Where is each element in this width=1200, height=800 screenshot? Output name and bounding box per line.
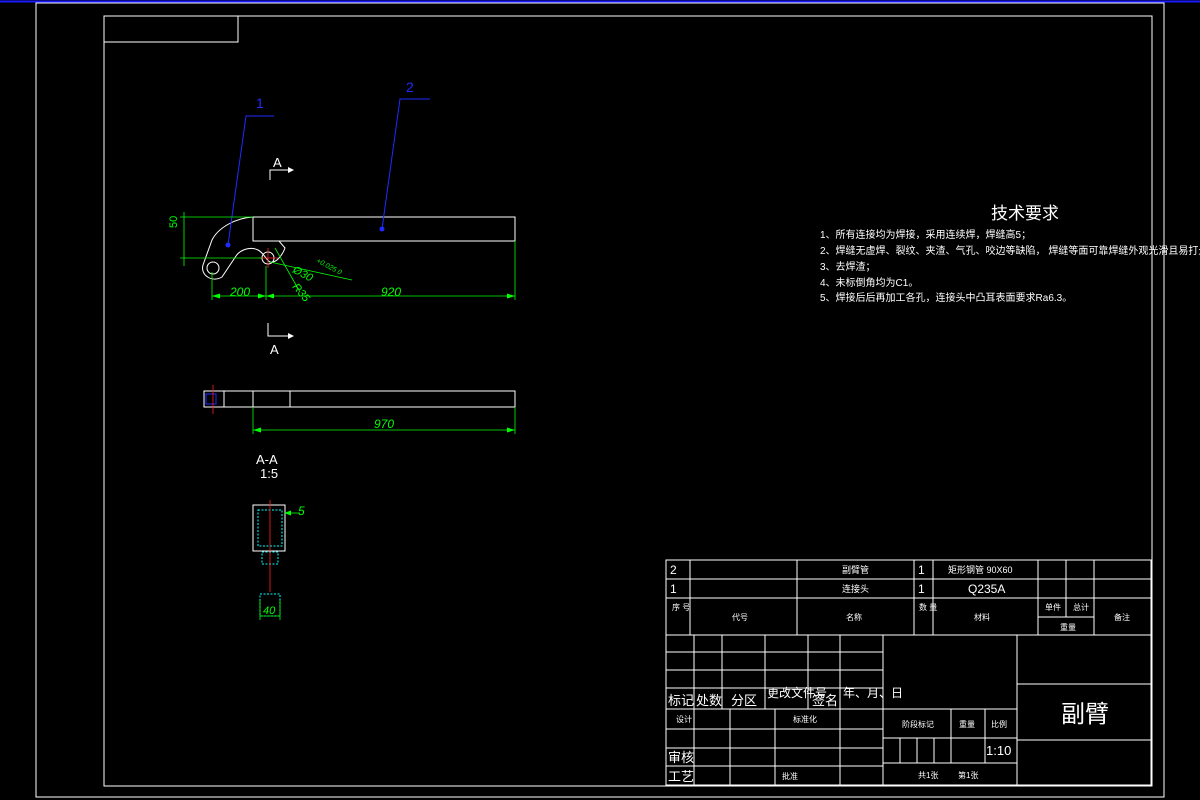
- bom-table-grid: [665, 559, 1152, 636]
- title-label-signature: 签名: [812, 693, 838, 708]
- balloon-leaders: 1 2: [225, 79, 430, 248]
- bom-row-1-qty: 1: [918, 582, 925, 596]
- bom-header-no: 序 号: [672, 602, 690, 612]
- title-review: 审核: [668, 750, 694, 765]
- tech-req-item-4: 4、未标倒角均为C1。: [820, 277, 918, 289]
- dim-dia-tolerance: +0.025 0: [315, 258, 343, 277]
- section-title: A-A: [256, 452, 278, 467]
- top-view-lug-hatch: [205, 393, 217, 405]
- bom-header-weight: 重量: [1060, 622, 1076, 632]
- section-mark-top-line: [269, 169, 288, 180]
- title-sheet-no: 第1张: [958, 770, 978, 780]
- section-mark-top-arrow: [288, 167, 294, 173]
- bom-row-2-qty: 1: [918, 563, 925, 577]
- bom-row-2-material: 矩形钢管 90X60: [948, 564, 1013, 575]
- dim-arrow-970-right: [507, 427, 515, 433]
- connector-outline: [202, 216, 286, 280]
- title-label-zone: 分区: [731, 693, 757, 708]
- bom-header-material: 材料: [974, 612, 990, 622]
- section-mark-bottom-arrow: [288, 333, 294, 339]
- balloon-1: 1: [256, 95, 264, 111]
- title-scale-label: 比例: [991, 719, 1007, 729]
- tech-req-item-2: 2、焊缝无虚焊、裂纹、夹渣、气孔、咬边等缺陷， 焊缝等面可靠焊缝外观光滑且易打光…: [820, 244, 1200, 257]
- top-view-lug: [203, 390, 225, 408]
- tech-req-item-3: 3、去焊渣；: [820, 260, 876, 273]
- drawing-frame: [103, 15, 1153, 787]
- leader-2-dot: [379, 226, 385, 232]
- tech-req-item-5: 5、焊接后后再加工各孔，连接头中凸耳表面要求Ra6.3。: [820, 291, 1072, 304]
- bom-row-1-material: Q235A: [968, 582, 1005, 596]
- title-approve: 批准: [782, 771, 798, 781]
- cad-drawing: 1 2 A A 50 200 920 Ø30 +0.025 0 R35 970 …: [0, 0, 1200, 798]
- title-process: 工艺: [668, 769, 694, 784]
- dim-height-50: 50: [168, 216, 180, 228]
- title-stage-mark: 阶段标记: [902, 719, 934, 729]
- bom-row-1-no: 1: [670, 582, 677, 596]
- tech-req-title: 技术要求: [991, 204, 1059, 223]
- dim-920: 920: [381, 285, 401, 299]
- title-part-name: 副臂: [1061, 701, 1109, 728]
- top-view: [203, 385, 516, 434]
- bom-row-2-no: 2: [670, 563, 677, 577]
- leader-1: [227, 115, 274, 246]
- bom-header-code: 代号: [732, 612, 748, 622]
- top-view-tube: [252, 390, 516, 408]
- front-view: [202, 216, 516, 280]
- tech-requirements: 技术要求 1、所有连接均为焊接，采用连续焊，焊缝高5； 2、焊缝无虚焊、裂纹、夹…: [820, 204, 1200, 304]
- bom-header-total: 总计: [1073, 602, 1089, 612]
- bom-row-1-name: 连接头: [842, 583, 869, 594]
- sheet-outer-border: [35, 2, 1165, 798]
- section-label-bottom: A: [270, 342, 279, 357]
- tech-req-item-1: 1、所有连接均为焊接，采用连续焊，焊缝高5；: [820, 228, 1031, 241]
- bom-header-name: 名称: [846, 612, 862, 622]
- title-label-date: 年、月、日: [843, 686, 903, 700]
- title-design: 设计: [676, 714, 692, 724]
- title-standardize: 标准化: [793, 714, 817, 724]
- dim-arrow-970-left: [253, 427, 261, 433]
- title-label-mark: 标记: [668, 693, 694, 708]
- title-label-count: 处数: [696, 693, 722, 708]
- section-scale: 1:5: [260, 466, 278, 481]
- dim-r35: R35: [290, 281, 313, 305]
- leader-2: [381, 98, 430, 230]
- dim-970: 970: [374, 417, 394, 431]
- leader-1-dot: [225, 242, 231, 248]
- bom-row-2-name: 副臂管: [842, 564, 869, 575]
- code-box: [104, 16, 239, 43]
- title-scale-value: 1:10: [986, 743, 1011, 758]
- title-sheets-total: 共1张: [918, 771, 938, 780]
- bom-header-qty: 数 量: [919, 602, 937, 612]
- section-label-top: A: [273, 155, 282, 170]
- bom-header-remark: 备注: [1114, 612, 1130, 622]
- section-mark-bottom-line: [267, 323, 288, 337]
- dim-thickness-5: 5: [298, 504, 305, 518]
- dim-200: 200: [229, 285, 250, 299]
- section-view: [252, 500, 300, 620]
- title-weight: 重量: [959, 719, 975, 729]
- bom-header-unit: 单件: [1045, 602, 1061, 612]
- pin-hole-left: [206, 261, 220, 275]
- balloon-2: 2: [406, 79, 414, 95]
- dim-width-40: 40: [263, 605, 276, 617]
